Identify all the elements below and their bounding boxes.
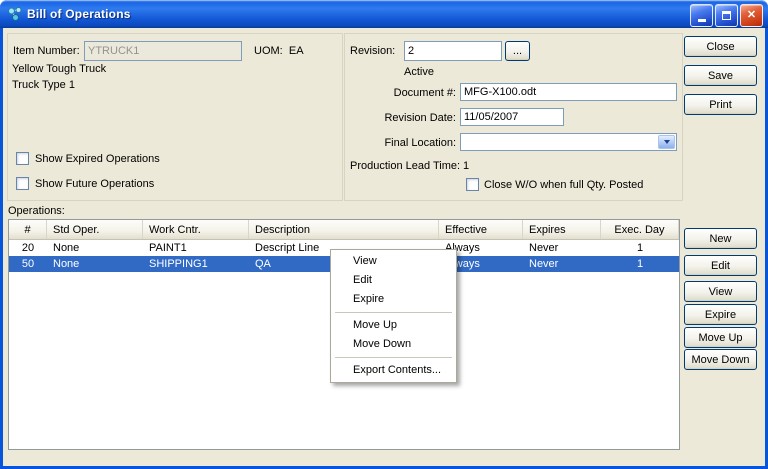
maximize-button[interactable]: [715, 4, 738, 27]
revision-status-text: Active: [404, 66, 434, 78]
operations-table-header: # Std Oper. Work Cntr. Description Effec…: [9, 220, 679, 240]
revision-date-field[interactable]: [460, 108, 564, 126]
item-number-label: Item Number:: [13, 45, 80, 57]
column-header-effective[interactable]: Effective: [439, 220, 523, 239]
column-header-std-oper[interactable]: Std Oper.: [47, 220, 143, 239]
view-button[interactable]: View: [684, 281, 757, 302]
final-location-combo[interactable]: [460, 133, 677, 151]
app-icon: [7, 6, 23, 22]
new-button[interactable]: New: [684, 228, 757, 249]
show-expired-label: Show Expired Operations: [35, 153, 160, 165]
final-location-dropdown-button[interactable]: [658, 135, 675, 149]
edit-button[interactable]: Edit: [684, 255, 757, 276]
cell-num: 50: [21, 258, 35, 270]
cell-expires: Never: [529, 242, 559, 254]
save-button[interactable]: Save: [684, 65, 757, 86]
cell-num: 20: [21, 242, 35, 254]
close-wo-checkbox[interactable]: [466, 178, 479, 191]
column-header-description[interactable]: Description: [249, 220, 439, 239]
column-header-work-cntr[interactable]: Work Cntr.: [143, 220, 249, 239]
menu-separator: [335, 357, 452, 358]
close-wo-label: Close W/O when full Qty. Posted: [484, 179, 644, 191]
menu-separator: [335, 312, 452, 313]
dialog-body: Item Number: UOM: EA Yellow Tough Truck …: [3, 28, 765, 466]
lead-time-value: 1: [463, 160, 470, 172]
show-future-label: Show Future Operations: [35, 178, 155, 190]
uom-label: UOM: EA: [254, 45, 304, 57]
revision-label: Revision:: [350, 45, 396, 57]
uom-value: EA: [288, 45, 304, 57]
show-expired-checkbox[interactable]: [16, 152, 29, 165]
menu-item-edit[interactable]: Edit: [333, 271, 454, 290]
column-header-exec-day[interactable]: Exec. Day: [601, 220, 679, 239]
final-location-label: Final Location:: [384, 137, 456, 149]
column-header-num[interactable]: #: [9, 220, 47, 239]
show-future-checkbox[interactable]: [16, 177, 29, 190]
column-header-expires[interactable]: Expires: [523, 220, 601, 239]
cell-std-oper: None: [53, 242, 80, 254]
titlebar[interactable]: Bill of Operations ✕: [0, 0, 768, 28]
close-icon: ✕: [746, 9, 757, 21]
menu-item-move-up[interactable]: Move Up: [333, 316, 454, 335]
print-button[interactable]: Print: [684, 94, 757, 115]
maximize-icon: [722, 11, 731, 20]
cell-exec-day: 1: [636, 242, 644, 254]
revision-browse-button[interactable]: ...: [505, 41, 530, 61]
menu-item-view[interactable]: View: [333, 252, 454, 271]
document-label: Document #:: [393, 87, 456, 99]
window-controls: ✕: [690, 4, 763, 27]
uom-label-text: UOM:: [254, 45, 283, 57]
final-location-value: [463, 135, 656, 149]
close-window-button[interactable]: ✕: [740, 4, 763, 27]
operations-section-label: Operations:: [8, 205, 65, 217]
close-button[interactable]: Close: [684, 36, 757, 57]
cell-work-cntr: PAINT1: [149, 242, 187, 254]
item-description-line2: Truck Type 1: [12, 79, 75, 91]
window-title: Bill of Operations: [27, 7, 131, 21]
document-field[interactable]: [460, 83, 677, 101]
minimize-icon: [697, 19, 706, 22]
cell-expires: Never: [529, 258, 559, 270]
expire-button[interactable]: Expire: [684, 304, 757, 325]
context-menu: View Edit Expire Move Up Move Down Expor…: [330, 249, 457, 383]
lead-time-label: Production Lead Time:: [350, 160, 461, 172]
revision-date-label: Revision Date:: [384, 112, 456, 124]
minimize-button[interactable]: [690, 4, 713, 27]
chevron-down-icon: [663, 140, 670, 144]
menu-item-move-down[interactable]: Move Down: [333, 335, 454, 354]
item-number-field[interactable]: [84, 41, 242, 61]
move-down-button[interactable]: Move Down: [684, 349, 757, 370]
menu-item-expire[interactable]: Expire: [333, 290, 454, 309]
cell-exec-day: 1: [636, 258, 644, 270]
cell-work-cntr: SHIPPING1: [149, 258, 208, 270]
window: Bill of Operations ✕ Item Number: UOM: E…: [0, 0, 768, 469]
cell-std-oper: None: [53, 258, 80, 270]
move-up-button[interactable]: Move Up: [684, 327, 757, 348]
revision-field[interactable]: [404, 41, 502, 61]
item-description-line1: Yellow Tough Truck: [12, 63, 107, 75]
menu-item-export-contents[interactable]: Export Contents...: [333, 361, 454, 380]
